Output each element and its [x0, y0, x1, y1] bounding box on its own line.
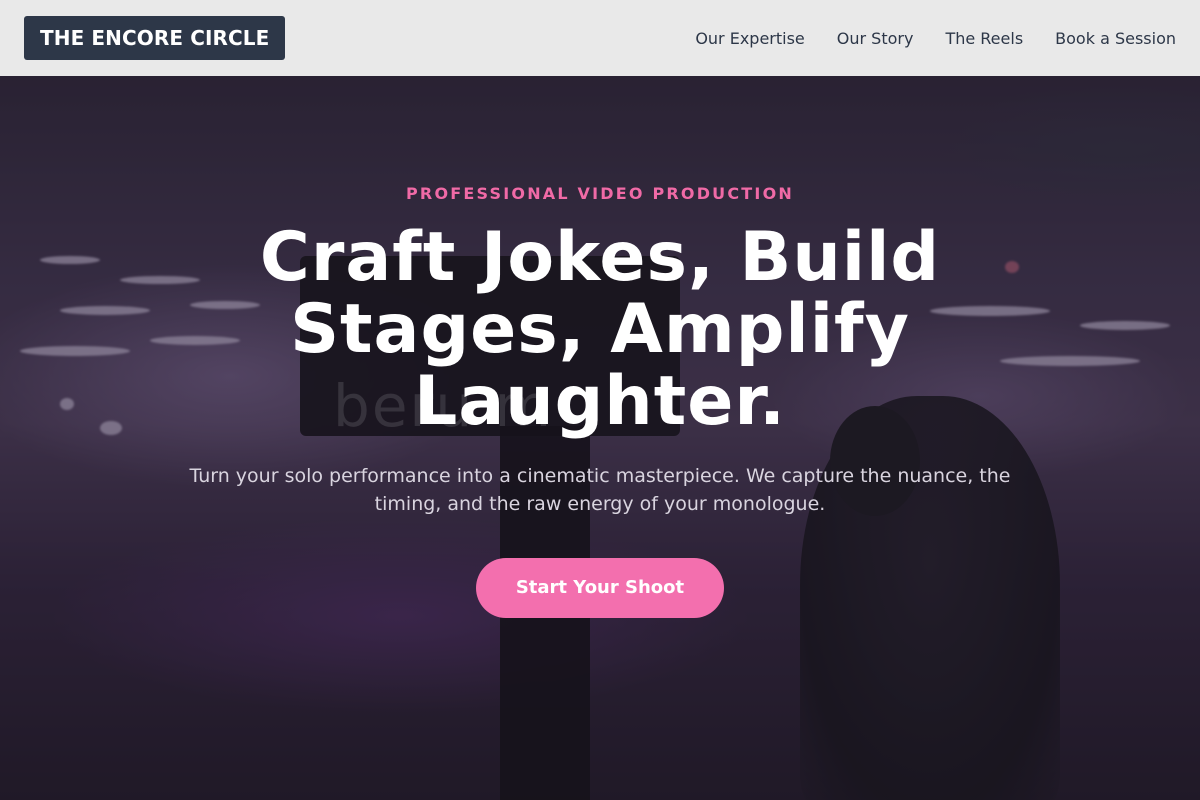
nav-link-our-story[interactable]: Our Story	[837, 29, 914, 48]
nav-link-our-expertise[interactable]: Our Expertise	[695, 29, 804, 48]
main-nav: Our Expertise Our Story The Reels Book a…	[663, 29, 1176, 48]
nav-link-the-reels[interactable]: The Reels	[945, 29, 1023, 48]
hero-headline: Craft Jokes, Build Stages, Amplify Laugh…	[259, 218, 941, 441]
site-header: THE ENCORE CIRCLE Our Expertise Our Stor…	[0, 0, 1200, 76]
nav-link-book-a-session[interactable]: Book a Session	[1055, 29, 1176, 48]
hero-subtext: Turn your solo performance into a cinema…	[189, 465, 1011, 515]
hero-eyebrow: PROFESSIONAL VIDEO PRODUCTION	[406, 184, 794, 203]
hero-section: beru m PROFESSIONAL VIDEO PRODUCTION Cra…	[0, 76, 1200, 800]
site-logo[interactable]: THE ENCORE CIRCLE	[24, 16, 286, 60]
start-your-shoot-button[interactable]: Start Your Shoot	[476, 558, 724, 618]
